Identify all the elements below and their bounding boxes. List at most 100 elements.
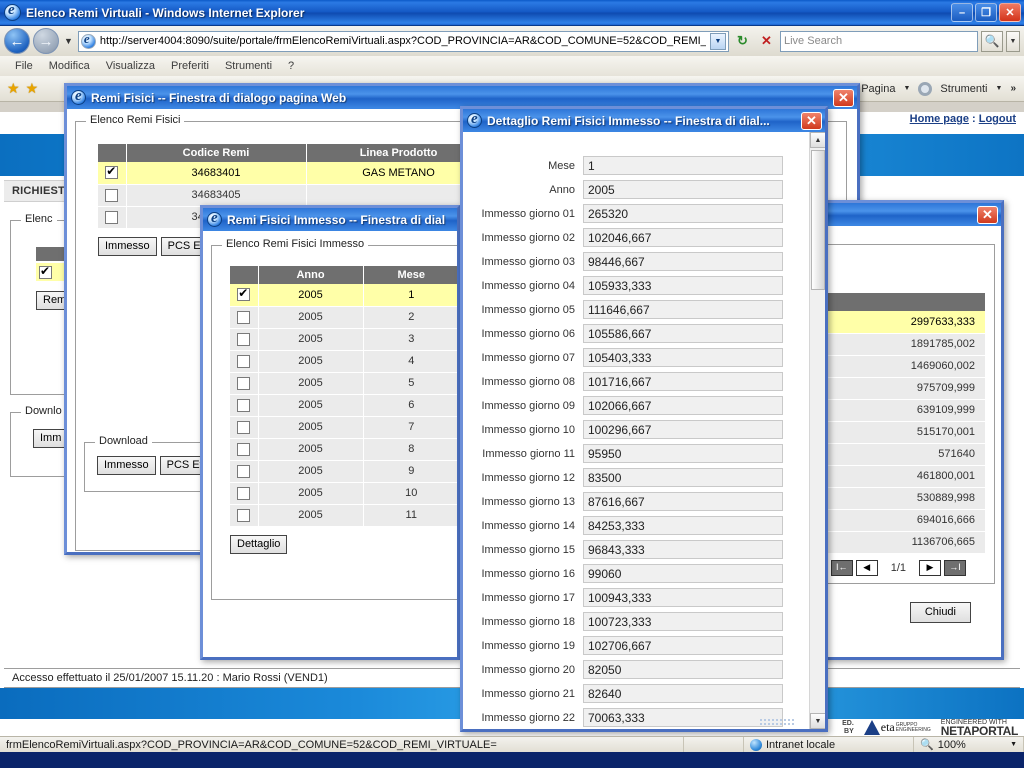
row-checkbox-cell[interactable]	[98, 206, 127, 229]
dialog-dettaglio-close-icon[interactable]: ✕	[801, 111, 822, 130]
resize-grip[interactable]	[759, 718, 795, 726]
favorites-center-star-icon[interactable]: ★	[23, 80, 42, 97]
row-checkbox[interactable]	[237, 354, 251, 368]
menu-strumenti[interactable]: Strumenti	[218, 59, 279, 73]
table-row[interactable]: 2005 3	[230, 328, 457, 351]
status-zone[interactable]: Intranet locale	[744, 737, 914, 752]
field-value[interactable]: 82050	[583, 660, 783, 679]
table-row[interactable]: 2005 11	[230, 504, 457, 527]
row-checkbox[interactable]	[237, 486, 251, 500]
table-row[interactable]: 2005 1	[230, 284, 457, 307]
table-row[interactable]: 2005 2	[230, 306, 457, 329]
field-value[interactable]: 1	[583, 156, 783, 175]
menu-preferiti[interactable]: Preferiti	[164, 59, 216, 73]
pager-next-button[interactable]: ▶	[919, 559, 941, 576]
immesso-button[interactable]: Immesso	[98, 236, 157, 256]
logout-link[interactable]: Logout	[979, 113, 1016, 125]
field-value[interactable]: 101716,667	[583, 372, 783, 391]
address-dropdown-chevron-down-icon[interactable]: ▼	[710, 32, 726, 50]
table-row[interactable]: 2005 10	[230, 482, 457, 505]
close-button[interactable]: ✕	[999, 3, 1021, 22]
row-checkbox-cell[interactable]	[230, 504, 259, 527]
download-immesso-button[interactable]: Immesso	[97, 456, 156, 475]
refresh-icon[interactable]: ↻	[732, 31, 753, 52]
field-value[interactable]: 95950	[583, 444, 783, 463]
search-icon[interactable]: 🔍	[981, 30, 1003, 52]
command-overflow-icon[interactable]: »	[1010, 83, 1016, 94]
table-row[interactable]: 2005 7	[230, 416, 457, 439]
field-value[interactable]: 105933,333	[583, 276, 783, 295]
field-value[interactable]: 265320	[583, 204, 783, 223]
row-checkbox-cell[interactable]	[230, 460, 259, 483]
row-checkbox-cell[interactable]	[230, 416, 259, 439]
back-button[interactable]: ←	[4, 28, 30, 54]
field-value[interactable]: 2005	[583, 180, 783, 199]
chiudi-button[interactable]: Chiudi	[909, 602, 971, 623]
row-checkbox[interactable]	[105, 188, 119, 202]
command-pagina-button[interactable]: Pagina	[861, 83, 895, 95]
dettaglio-button[interactable]: Dettaglio	[230, 534, 288, 554]
row-checkbox-cell[interactable]	[98, 184, 127, 207]
search-provider-chevron-down-icon[interactable]: ▼	[1006, 30, 1020, 52]
menu-help[interactable]: ?	[281, 59, 301, 73]
table-row[interactable]: 2005 6	[230, 394, 457, 417]
field-value[interactable]: 100723,333	[583, 612, 783, 631]
minimize-button[interactable]: –	[951, 3, 973, 22]
maximize-button[interactable]: ❐	[975, 3, 997, 22]
table-row[interactable]: 2005 5	[230, 372, 457, 395]
field-value[interactable]: 105586,667	[583, 324, 783, 343]
field-value[interactable]: 87616,667	[583, 492, 783, 511]
menu-visualizza[interactable]: Visualizza	[99, 59, 162, 73]
dettaglio-scrollbar[interactable]: ▲ ▼	[809, 132, 825, 729]
page-grid-row-checkbox[interactable]	[39, 264, 52, 279]
field-value[interactable]: 84253,333	[583, 516, 783, 535]
field-value[interactable]: 100943,333	[583, 588, 783, 607]
gear-icon[interactable]	[918, 81, 933, 96]
row-checkbox[interactable]	[237, 420, 251, 434]
search-input[interactable]: Live Search	[780, 30, 978, 52]
row-checkbox[interactable]	[237, 442, 251, 456]
menu-file[interactable]: File	[8, 59, 40, 73]
field-value[interactable]: 99060	[583, 564, 783, 583]
row-checkbox-cell[interactable]	[230, 350, 259, 373]
command-strumenti-button[interactable]: Strumenti	[940, 83, 987, 95]
row-checkbox-cell[interactable]	[230, 284, 259, 307]
field-value[interactable]: 102046,667	[583, 228, 783, 247]
home-page-link[interactable]: Home page	[910, 113, 969, 125]
row-checkbox[interactable]	[237, 376, 251, 390]
address-bar[interactable]: http://server4004:8090/suite/portale/frm…	[77, 30, 729, 52]
row-checkbox[interactable]	[237, 508, 251, 522]
field-value[interactable]: 111646,667	[583, 300, 783, 319]
row-checkbox[interactable]	[237, 286, 251, 302]
table-row[interactable]: 2005 4	[230, 350, 457, 373]
field-value[interactable]: 83500	[583, 468, 783, 487]
row-checkbox[interactable]	[105, 210, 119, 224]
field-value[interactable]: 105403,333	[583, 348, 783, 367]
field-value[interactable]: 100296,667	[583, 420, 783, 439]
pagina-chevron-down-icon[interactable]: ▼	[903, 85, 910, 92]
row-checkbox-cell[interactable]	[98, 162, 127, 185]
field-value[interactable]: 96843,333	[583, 540, 783, 559]
dialog-mensile-close-icon[interactable]: ✕	[977, 205, 998, 224]
pager-prev-button[interactable]: ◀	[855, 559, 878, 576]
row-checkbox-cell[interactable]	[230, 328, 259, 351]
scroll-down-arrow-icon[interactable]: ▼	[810, 713, 825, 729]
pager-first-button[interactable]: I←	[830, 559, 853, 576]
scroll-up-arrow-icon[interactable]: ▲	[810, 132, 825, 148]
field-value[interactable]: 82640	[583, 684, 783, 703]
stop-icon[interactable]: ✕	[756, 31, 777, 52]
row-checkbox[interactable]	[105, 164, 119, 180]
field-value[interactable]: 98446,667	[583, 252, 783, 271]
row-checkbox-cell[interactable]	[230, 482, 259, 505]
scroll-thumb[interactable]	[811, 150, 825, 290]
field-value[interactable]: 70063,333	[583, 708, 783, 727]
zoom-chevron-down-icon[interactable]: ▼	[1010, 741, 1017, 748]
row-checkbox[interactable]	[237, 398, 251, 412]
status-zoom[interactable]: 🔍 100% ▼	[914, 737, 1024, 752]
menu-modifica[interactable]: Modifica	[42, 59, 97, 73]
row-checkbox-cell[interactable]	[230, 306, 259, 329]
field-value[interactable]: 102066,667	[583, 396, 783, 415]
strumenti-chevron-down-icon[interactable]: ▼	[996, 85, 1003, 92]
forward-button[interactable]: →	[33, 28, 59, 54]
row-checkbox[interactable]	[237, 332, 251, 346]
